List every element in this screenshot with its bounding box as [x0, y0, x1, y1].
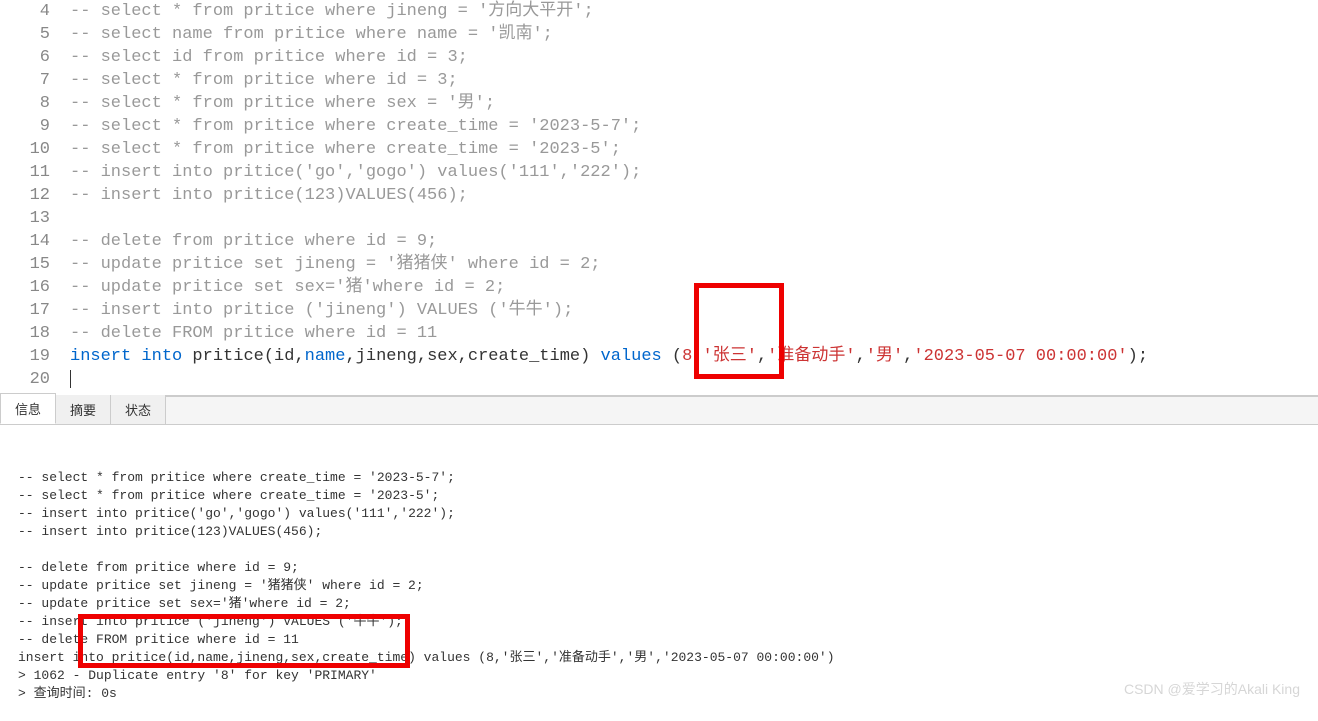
code-line[interactable]: 15-- update pritice set jineng = '猪猪侠' w…	[0, 253, 1318, 276]
output-line: -- select * from pritice where create_ti…	[18, 487, 1300, 505]
line-content[interactable]: -- insert into pritice('go','gogo') valu…	[70, 161, 1318, 184]
output-line: insert into pritice(id,name,jineng,sex,c…	[18, 649, 1300, 667]
line-content[interactable]: -- select * from pritice where jineng = …	[70, 0, 1318, 23]
code-line[interactable]: 10-- select * from pritice where create_…	[0, 138, 1318, 161]
output-line: -- select * from pritice where create_ti…	[18, 469, 1300, 487]
line-number: 19	[0, 345, 70, 368]
watermark: CSDN @爱学习的Akali King	[1124, 679, 1300, 699]
line-number: 15	[0, 253, 70, 276]
output-line: > 查询时间: 0s	[18, 685, 1300, 703]
line-content[interactable]: -- select name from pritice where name =…	[70, 23, 1318, 46]
line-number: 18	[0, 322, 70, 345]
line-number: 4	[0, 0, 70, 23]
tab-状态[interactable]: 状态	[110, 394, 166, 424]
output-line: -- insert into pritice(123)VALUES(456);	[18, 523, 1300, 541]
code-line[interactable]: 14-- delete from pritice where id = 9;	[0, 230, 1318, 253]
line-content[interactable]: -- insert into pritice(123)VALUES(456);	[70, 184, 1318, 207]
line-content[interactable]: insert into pritice(id,name,jineng,sex,c…	[70, 345, 1318, 368]
code-line[interactable]: 8-- select * from pritice where sex = '男…	[0, 92, 1318, 115]
line-number: 7	[0, 69, 70, 92]
line-number: 10	[0, 138, 70, 161]
code-line[interactable]: 11-- insert into pritice('go','gogo') va…	[0, 161, 1318, 184]
output-line: -- update pritice set jineng = '猪猪侠' whe…	[18, 577, 1300, 595]
output-line: -- update pritice set sex='猪'where id = …	[18, 595, 1300, 613]
line-number: 12	[0, 184, 70, 207]
output-line: > 1062 - Duplicate entry '8' for key 'PR…	[18, 667, 1300, 685]
output-line: -- delete FROM pritice where id = 11	[18, 631, 1300, 649]
line-number: 17	[0, 299, 70, 322]
code-line[interactable]: 16-- update pritice set sex='猪'where id …	[0, 276, 1318, 299]
code-line[interactable]: 7-- select * from pritice where id = 3;	[0, 69, 1318, 92]
code-line[interactable]: 6-- select id from pritice where id = 3;	[0, 46, 1318, 69]
code-line[interactable]: 17-- insert into pritice ('jineng') VALU…	[0, 299, 1318, 322]
line-number: 6	[0, 46, 70, 69]
tab-信息[interactable]: 信息	[0, 393, 56, 424]
code-line[interactable]: 9-- select * from pritice where create_t…	[0, 115, 1318, 138]
line-content[interactable]	[70, 368, 1318, 391]
line-number: 14	[0, 230, 70, 253]
output-line: -- insert into pritice ('jineng') VALUES…	[18, 613, 1300, 631]
line-number: 5	[0, 23, 70, 46]
sql-editor[interactable]: 4-- select * from pritice where jineng =…	[0, 0, 1318, 395]
code-line[interactable]: 18-- delete FROM pritice where id = 11	[0, 322, 1318, 345]
line-content[interactable]: -- update pritice set jineng = '猪猪侠' whe…	[70, 253, 1318, 276]
line-content[interactable]: -- select * from pritice where id = 3;	[70, 69, 1318, 92]
line-content[interactable]: -- select * from pritice where sex = '男'…	[70, 92, 1318, 115]
code-line[interactable]: 19insert into pritice(id,name,jineng,sex…	[0, 345, 1318, 368]
output-line: -- delete from pritice where id = 9;	[18, 559, 1300, 577]
line-number: 16	[0, 276, 70, 299]
output-line: -- insert into pritice('go','gogo') valu…	[18, 505, 1300, 523]
line-content[interactable]: -- update pritice set sex='猪'where id = …	[70, 276, 1318, 299]
result-tabs: 信息摘要状态	[0, 397, 1318, 425]
line-content[interactable]: -- delete FROM pritice where id = 11	[70, 322, 1318, 345]
code-line[interactable]: 13	[0, 207, 1318, 230]
output-panel[interactable]: -- select * from pritice where create_ti…	[0, 425, 1318, 705]
code-line[interactable]: 5-- select name from pritice where name …	[0, 23, 1318, 46]
line-content[interactable]: -- insert into pritice ('jineng') VALUES…	[70, 299, 1318, 322]
line-content[interactable]: -- select * from pritice where create_ti…	[70, 138, 1318, 161]
line-number: 13	[0, 207, 70, 230]
code-line[interactable]: 20	[0, 368, 1318, 391]
line-number: 9	[0, 115, 70, 138]
line-number: 20	[0, 368, 70, 391]
line-content[interactable]: -- delete from pritice where id = 9;	[70, 230, 1318, 253]
tab-摘要[interactable]: 摘要	[55, 394, 111, 424]
code-line[interactable]: 12-- insert into pritice(123)VALUES(456)…	[0, 184, 1318, 207]
line-number: 11	[0, 161, 70, 184]
line-content[interactable]: -- select * from pritice where create_ti…	[70, 115, 1318, 138]
line-content[interactable]: -- select id from pritice where id = 3;	[70, 46, 1318, 69]
line-number: 8	[0, 92, 70, 115]
code-line[interactable]: 4-- select * from pritice where jineng =…	[0, 0, 1318, 23]
output-line	[18, 541, 1300, 559]
